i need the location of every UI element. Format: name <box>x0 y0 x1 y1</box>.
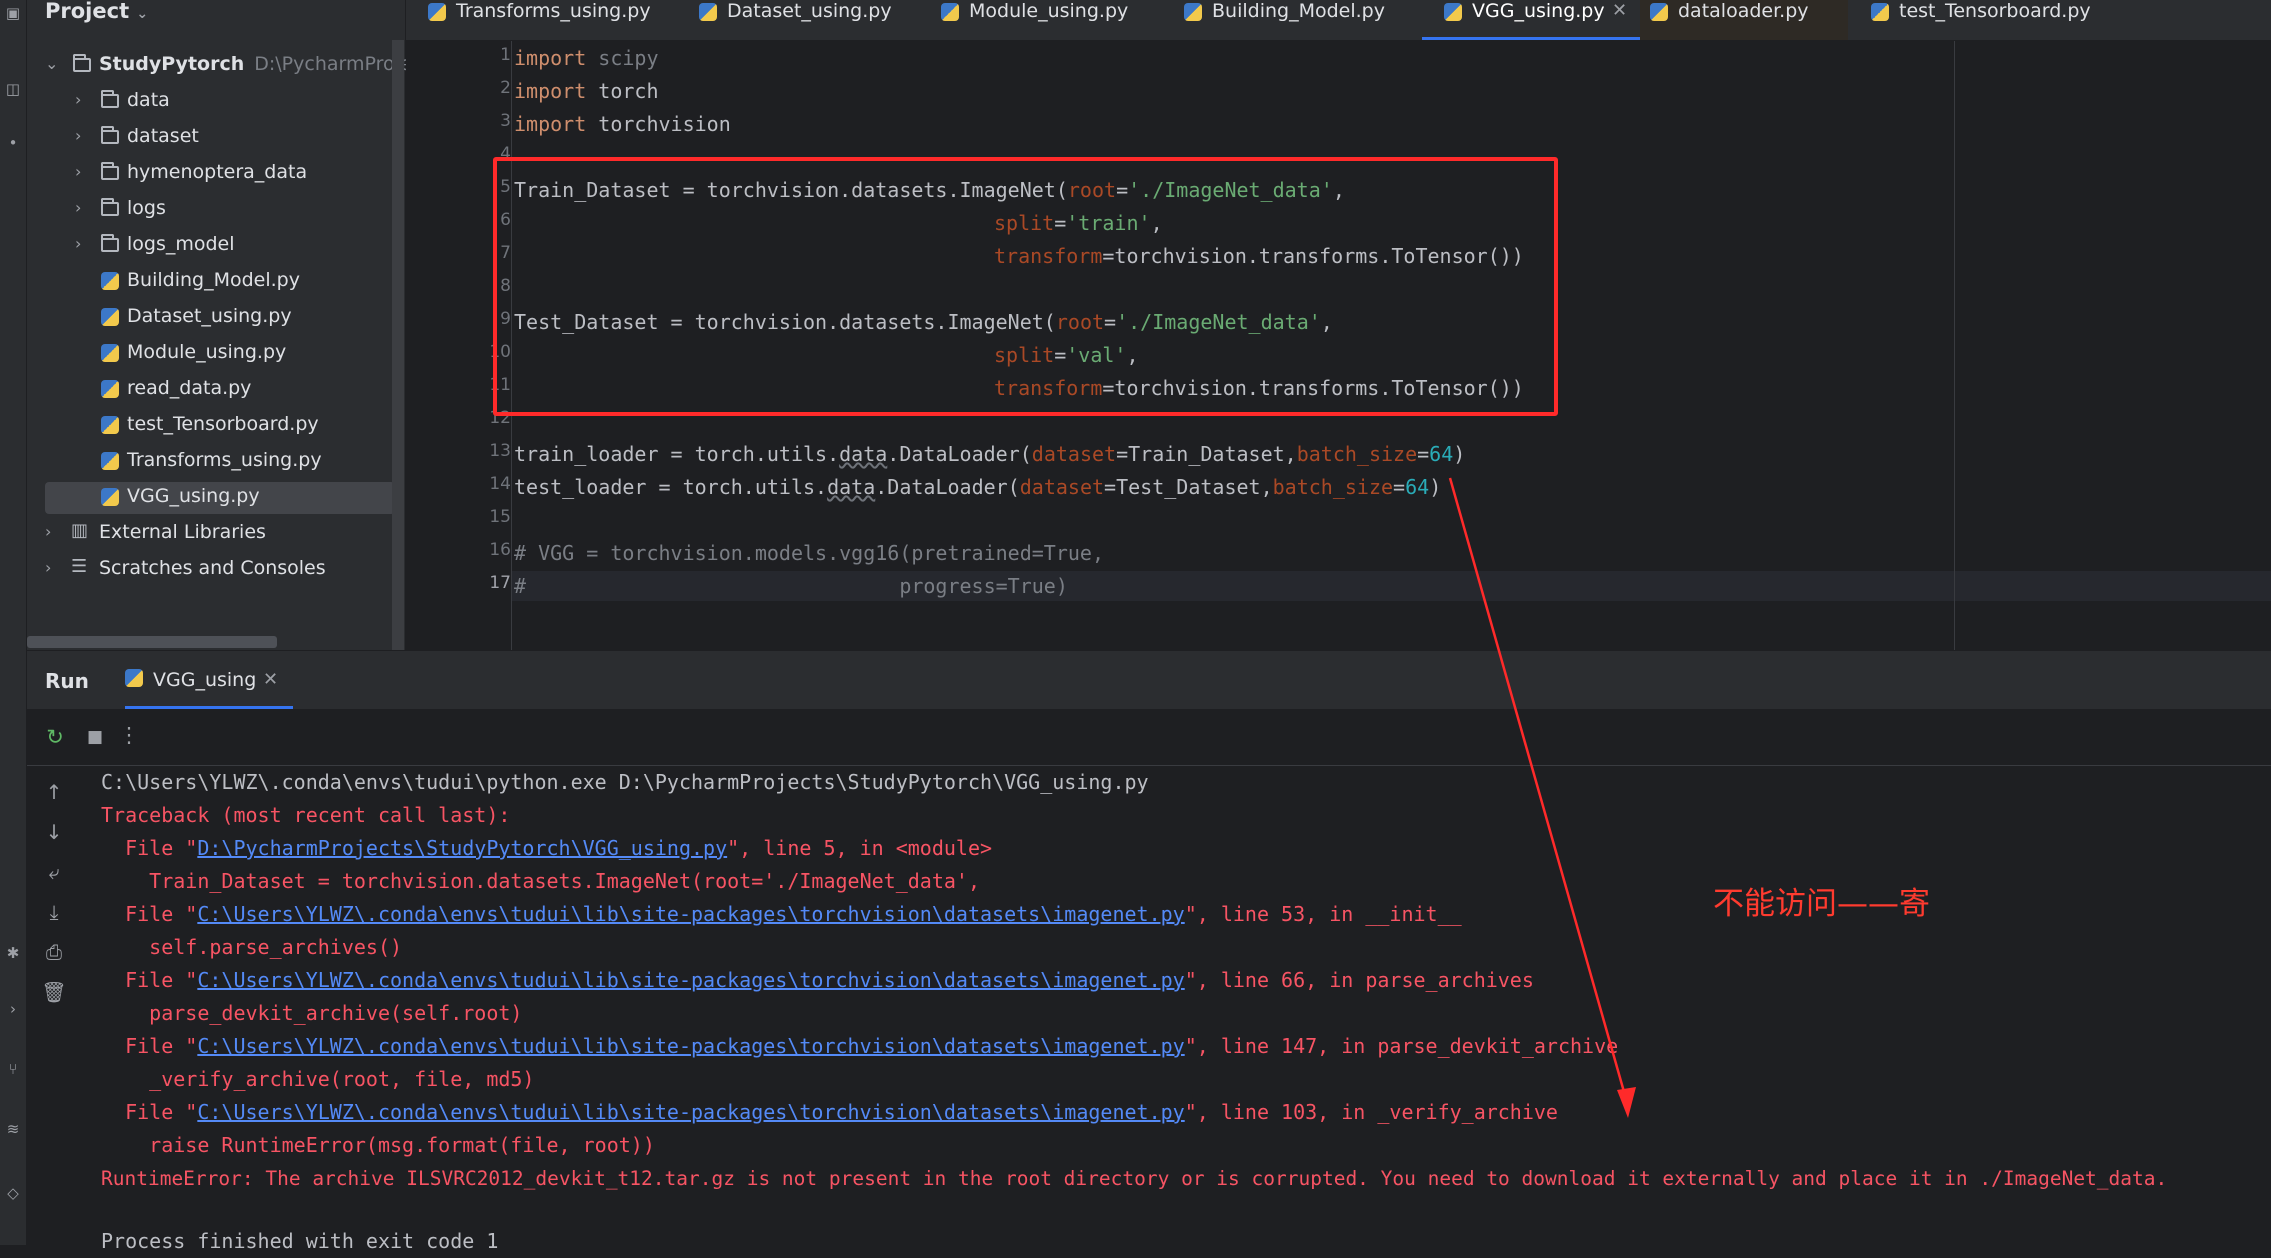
annotation-text: 不能访问——寄 <box>1713 886 1930 922</box>
annotation-arrow <box>1448 477 1636 1118</box>
